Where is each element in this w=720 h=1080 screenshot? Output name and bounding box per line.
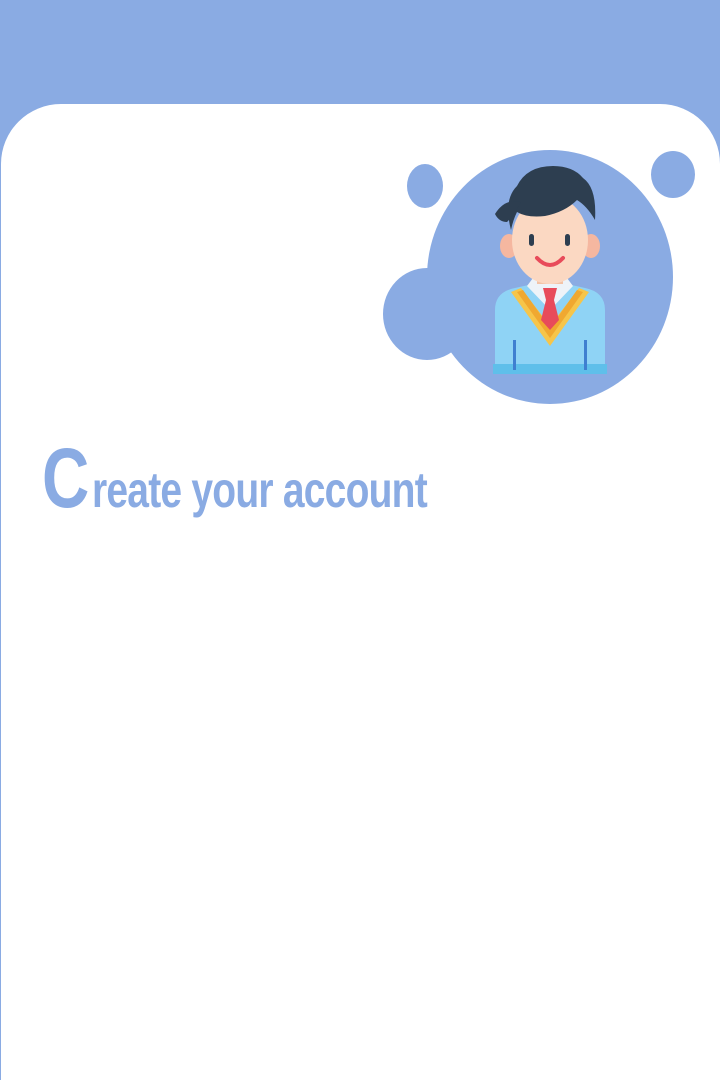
decorative-bubble (383, 268, 471, 360)
page-title: Create your account (42, 436, 521, 520)
decorative-bubble (651, 151, 695, 198)
page-title-initial: C (42, 431, 89, 525)
student-avatar-icon (493, 166, 607, 374)
decorative-bubble (407, 164, 443, 208)
page-title-text: reate your account (91, 462, 428, 518)
